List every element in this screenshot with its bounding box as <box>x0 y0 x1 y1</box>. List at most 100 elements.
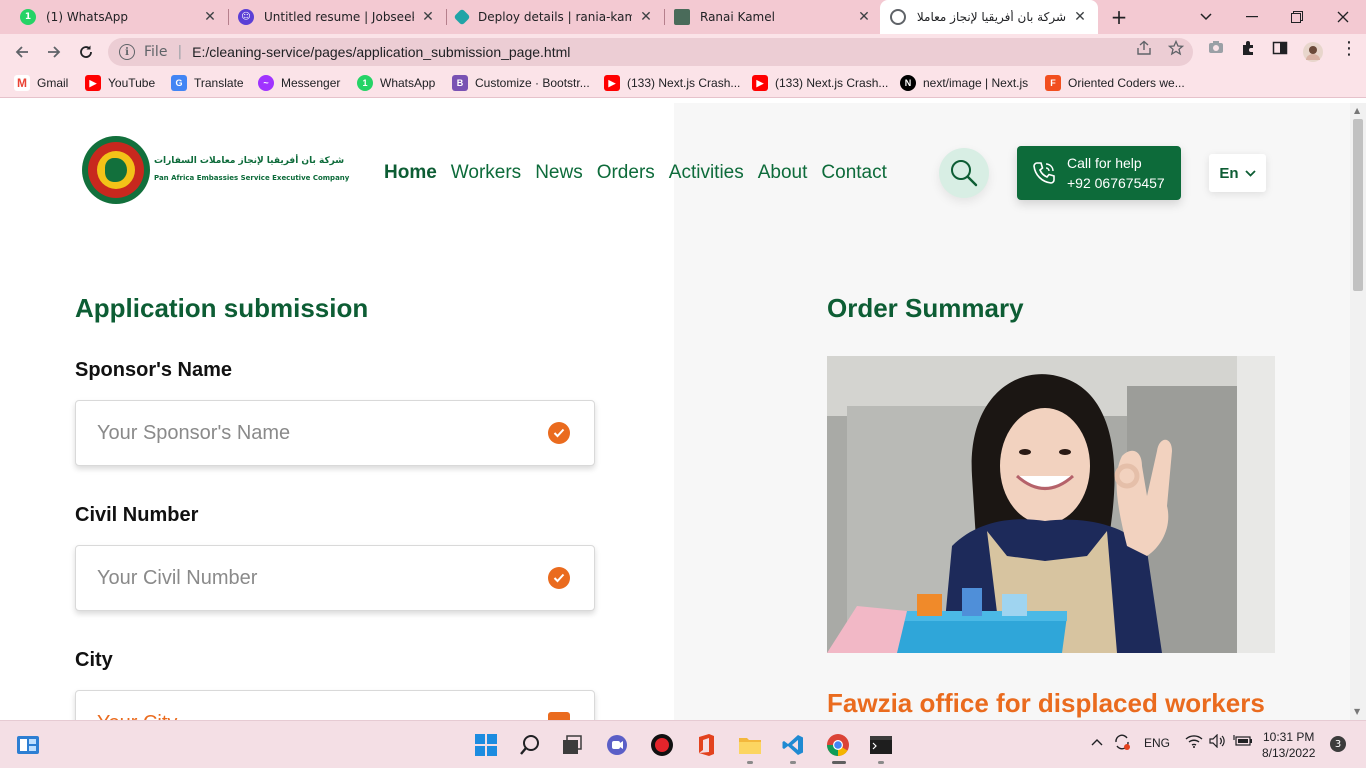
bookmark-label: Customize · Bootstr... <box>475 76 590 90</box>
bookmark-star-icon[interactable] <box>1167 39 1185 60</box>
running-indicator <box>790 761 796 764</box>
call-phone-number: +92 067675457 <box>1067 175 1165 191</box>
nav-news[interactable]: News <box>535 162 583 184</box>
close-icon[interactable]: ✕ <box>638 9 654 25</box>
scroll-up-icon[interactable]: ▲ <box>1354 106 1360 115</box>
chrome-icon[interactable] <box>826 733 850 757</box>
notification-badge[interactable]: 3 <box>1330 736 1346 752</box>
profile-avatar[interactable] <box>1303 42 1323 66</box>
bookmark-nextjs-crash-2[interactable]: ▶ (133) Next.js Crash... <box>752 75 888 91</box>
close-icon[interactable]: ✕ <box>420 9 436 25</box>
tab-title: Untitled resume | Jobseeker <box>264 10 414 24</box>
call-text: Call for help +92 067675457 <box>1067 153 1165 193</box>
bookmark-next-image[interactable]: N next/image | Next.js <box>900 75 1028 91</box>
close-icon[interactable]: ✕ <box>856 9 872 25</box>
terminal-icon[interactable] <box>869 733 893 757</box>
bookmarks-bar: M Gmail ▶ YouTube G Translate ~ Messenge… <box>0 70 1366 98</box>
share-icon[interactable] <box>1136 40 1152 60</box>
nav-contact[interactable]: Contact <box>821 162 886 184</box>
close-icon[interactable]: ✕ <box>1072 9 1088 25</box>
input-language[interactable]: ENG <box>1144 736 1170 750</box>
city-label: City <box>75 649 113 671</box>
forward-icon[interactable] <box>42 40 66 64</box>
bookmark-bootstrap[interactable]: B Customize · Bootstr... <box>452 75 590 91</box>
sponsor-name-placeholder: Your Sponsor's Name <box>97 421 291 444</box>
nav-workers[interactable]: Workers <box>451 162 521 184</box>
nav-about[interactable]: About <box>758 162 808 184</box>
sponsor-name-input[interactable]: Your Sponsor's Name <box>75 400 595 466</box>
side-panel-icon[interactable] <box>1272 40 1288 60</box>
tray-chevron-up-icon[interactable] <box>1091 735 1103 749</box>
url-divider: | <box>177 44 183 60</box>
nav-activities[interactable]: Activities <box>669 162 744 184</box>
site-info-icon[interactable]: i <box>119 44 135 60</box>
civil-number-input[interactable]: Your Civil Number <box>75 545 595 611</box>
window-close-icon[interactable] <box>1331 0 1355 34</box>
volume-icon[interactable] <box>1209 733 1227 751</box>
clock-time: 10:31 PM <box>1263 730 1315 744</box>
check-circle-icon <box>548 567 570 589</box>
browser-toolbar: i File | E:/cleaning-service/pages/appli… <box>0 34 1366 70</box>
task-view-icon[interactable] <box>560 733 584 757</box>
order-summary-title: Order Summary <box>827 293 1024 323</box>
tab-search-icon[interactable] <box>1194 0 1218 34</box>
sponsor-name-label: Sponsor's Name <box>75 359 233 381</box>
bookmark-label: WhatsApp <box>380 76 436 90</box>
bookmark-gmail[interactable]: M Gmail <box>14 75 68 91</box>
reload-icon[interactable] <box>74 40 98 64</box>
menu-icon[interactable]: ⋮ <box>1340 38 1358 59</box>
recorder-icon[interactable] <box>650 733 674 757</box>
bookmark-nextjs-crash-1[interactable]: ▶ (133) Next.js Crash... <box>604 75 740 91</box>
globe-icon <box>890 9 906 25</box>
running-indicator <box>747 761 753 764</box>
system-clock[interactable]: 10:31 PM 8/13/2022 <box>1262 729 1315 761</box>
file-explorer-icon[interactable] <box>738 733 762 757</box>
bookmark-whatsapp[interactable]: 1 WhatsApp <box>357 75 435 91</box>
vscode-icon[interactable] <box>781 733 805 757</box>
bookmark-label: YouTube <box>108 76 156 90</box>
bookmark-oriented-coders[interactable]: F Oriented Coders we... <box>1045 75 1185 91</box>
office-icon[interactable] <box>694 733 718 757</box>
tab-jobseeker[interactable]: ☺ Untitled resume | Jobseeker ✕ <box>228 0 446 34</box>
city-placeholder: Your City <box>97 712 177 721</box>
url-text[interactable]: E:/cleaning-service/pages/application_su… <box>192 44 570 60</box>
extensions-icon[interactable] <box>1240 40 1256 60</box>
youtube-icon: ▶ <box>752 75 768 91</box>
call-for-help-button[interactable]: Call for help +92 067675457 <box>1017 146 1181 200</box>
language-select[interactable]: En <box>1209 154 1266 192</box>
search-icon[interactable] <box>518 733 542 757</box>
tab-netlify[interactable]: Deploy details | rania-kamel- ✕ <box>446 0 664 34</box>
tab-whatsapp[interactable]: 1 (1) WhatsApp ✕ <box>10 0 228 34</box>
screenshot-icon[interactable] <box>1208 40 1224 58</box>
city-select[interactable]: Your City <box>75 690 595 720</box>
back-icon[interactable] <box>10 40 34 64</box>
address-bar[interactable]: i File | E:/cleaning-service/pages/appli… <box>108 38 1193 66</box>
search-button[interactable] <box>939 148 989 198</box>
youtube-icon: ▶ <box>604 75 620 91</box>
restore-icon[interactable] <box>1285 0 1309 34</box>
bookmark-messenger[interactable]: ~ Messenger <box>258 75 340 91</box>
minimize-icon[interactable] <box>1240 0 1264 34</box>
netlify-icon <box>453 8 471 26</box>
bookmark-translate[interactable]: G Translate <box>171 75 244 91</box>
logo-english-name: Pan Africa Embassies Service Executive C… <box>154 174 350 182</box>
battery-icon[interactable] <box>1233 734 1253 751</box>
wifi-icon[interactable] <box>1185 734 1203 751</box>
nav-orders[interactable]: Orders <box>597 162 655 184</box>
scroll-down-icon[interactable]: ▼ <box>1354 707 1360 716</box>
browser-tab-strip: 1 (1) WhatsApp ✕ ☺ Untitled resume | Job… <box>0 0 1366 34</box>
page-scrollbar[interactable]: ▲ ▼ <box>1350 103 1366 720</box>
nav-home[interactable]: Home <box>384 162 437 184</box>
tab-ranai-kamel[interactable]: Ranai Kamel ✕ <box>664 0 882 34</box>
new-tab-button[interactable]: + <box>1107 0 1131 34</box>
scrollbar-thumb[interactable] <box>1353 119 1363 291</box>
tab-pan-africa[interactable]: شركة بان أفريقيا لإنجاز معاملات ✕ <box>880 0 1098 34</box>
bookmark-youtube[interactable]: ▶ YouTube <box>85 75 155 91</box>
teams-chat-icon[interactable] <box>605 733 629 757</box>
close-icon[interactable]: ✕ <box>202 9 218 25</box>
start-icon[interactable] <box>474 733 498 757</box>
widgets-icon[interactable] <box>16 733 40 757</box>
gmail-icon: M <box>14 75 30 91</box>
sync-icon[interactable] <box>1113 733 1131 754</box>
company-logo[interactable]: شركة بان أفريقيا لإنجاز معاملات السفارات… <box>82 136 349 204</box>
